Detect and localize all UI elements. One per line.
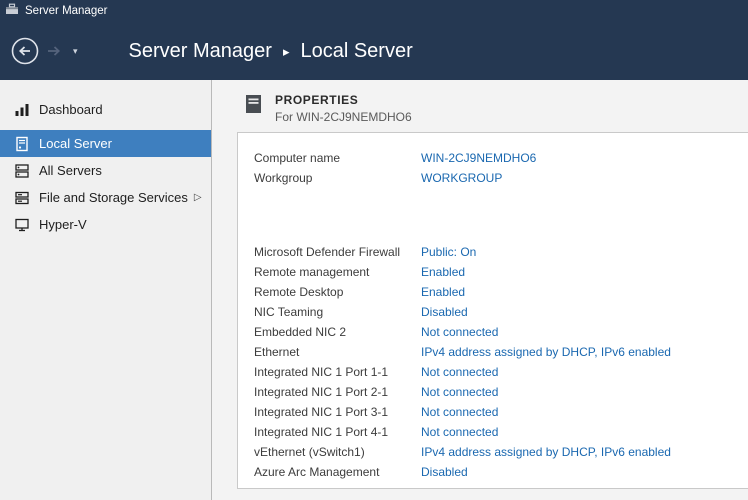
properties-header-text: PROPERTIES For WIN-2CJ9NEMDHO6 (275, 93, 412, 124)
property-value-link[interactable]: Not connected (421, 425, 498, 439)
file-storage-icon (14, 190, 30, 206)
sidebar-item-all-servers[interactable]: All Servers (0, 157, 211, 184)
sidebar-item-label: File and Storage Services (39, 190, 188, 205)
property-label: Remote Desktop (254, 285, 421, 299)
expand-arrow-icon[interactable]: ▷ (194, 192, 202, 203)
property-row: WorkgroupWORKGROUP (254, 168, 748, 188)
property-row: NIC TeamingDisabled (254, 302, 748, 322)
property-value-link[interactable]: Disabled (421, 305, 468, 319)
nav-controls: ▾ (0, 36, 81, 66)
property-value-link[interactable]: Not connected (421, 405, 498, 419)
properties-panel: Computer nameWIN-2CJ9NEMDHO6WorkgroupWOR… (237, 132, 748, 489)
property-label: Computer name (254, 151, 421, 165)
dashboard-icon (14, 102, 30, 118)
properties-rows-group1: Computer nameWIN-2CJ9NEMDHO6WorkgroupWOR… (254, 148, 748, 188)
properties-rows-group2: Microsoft Defender FirewallPublic: OnRem… (254, 242, 748, 482)
property-label: Integrated NIC 1 Port 4-1 (254, 425, 421, 439)
property-row: Integrated NIC 1 Port 2-1Not connected (254, 382, 748, 402)
breadcrumb-root[interactable]: Server Manager (129, 40, 272, 63)
body-area: Dashboard Local Server All Servers File and… (0, 80, 748, 500)
property-label: Workgroup (254, 171, 421, 185)
titlebar: Server Manager (0, 0, 748, 22)
properties-header: PROPERTIES For WIN-2CJ9NEMDHO6 (212, 80, 748, 124)
property-label: Ethernet (254, 345, 421, 359)
all-servers-icon (14, 163, 30, 179)
server-manager-window: Server Manager ▾ Server Manager ▸ Local … (0, 0, 748, 500)
properties-subtitle: For WIN-2CJ9NEMDHO6 (275, 110, 412, 124)
property-row: Computer nameWIN-2CJ9NEMDHO6 (254, 148, 748, 168)
property-row: Microsoft Defender FirewallPublic: On (254, 242, 748, 262)
sidebar-item-hyper-v[interactable]: Hyper-V (0, 211, 211, 238)
back-button[interactable] (10, 36, 40, 66)
breadcrumb: Server Manager ▸ Local Server (129, 40, 413, 63)
server-manager-app-icon (5, 2, 19, 21)
navigation-banner: ▾ Server Manager ▸ Local Server (0, 22, 748, 80)
property-row: EthernetIPv4 address assigned by DHCP, I… (254, 342, 748, 362)
property-label: NIC Teaming (254, 305, 421, 319)
main-content: PROPERTIES For WIN-2CJ9NEMDHO6 Computer … (212, 80, 748, 500)
property-row: Embedded NIC 2Not connected (254, 322, 748, 342)
property-label: Integrated NIC 1 Port 2-1 (254, 385, 421, 399)
sidebar: Dashboard Local Server All Servers File and… (0, 80, 212, 500)
chevron-down-icon[interactable]: ▾ (70, 46, 81, 57)
sidebar-item-file-and-storage-services[interactable]: File and Storage Services ▷ (0, 184, 211, 211)
property-value-link[interactable]: Public: On (421, 245, 476, 259)
window-title: Server Manager (25, 5, 107, 17)
properties-title: PROPERTIES (275, 93, 412, 107)
sidebar-item-label: All Servers (39, 163, 102, 178)
property-label: Integrated NIC 1 Port 3-1 (254, 405, 421, 419)
property-label: Integrated NIC 1 Port 1-1 (254, 365, 421, 379)
sidebar-item-label: Hyper-V (39, 217, 87, 232)
property-value-link[interactable]: Enabled (421, 265, 465, 279)
sidebar-item-local-server[interactable]: Local Server (0, 130, 211, 157)
property-label: Remote management (254, 265, 421, 279)
property-label: Azure Arc Management (254, 465, 421, 479)
property-row: Azure Arc ManagementDisabled (254, 462, 748, 482)
property-value-link[interactable]: Enabled (421, 285, 465, 299)
sidebar-item-dashboard[interactable]: Dashboard (0, 96, 211, 123)
property-value-link[interactable]: WIN-2CJ9NEMDHO6 (421, 151, 536, 165)
sidebar-item-label: Dashboard (39, 102, 103, 117)
property-label: Embedded NIC 2 (254, 325, 421, 339)
property-row: Remote managementEnabled (254, 262, 748, 282)
property-value-link[interactable]: Disabled (421, 465, 468, 479)
property-row: Integrated NIC 1 Port 3-1Not connected (254, 402, 748, 422)
property-value-link[interactable]: Not connected (421, 365, 498, 379)
local-server-icon (14, 136, 30, 152)
property-value-link[interactable]: WORKGROUP (421, 171, 502, 185)
property-label: Microsoft Defender Firewall (254, 245, 421, 259)
property-row: vEthernet (vSwitch1)IPv4 address assigne… (254, 442, 748, 462)
hyperv-icon (14, 217, 30, 233)
breadcrumb-separator: ▸ (283, 44, 290, 60)
property-value-link[interactable]: IPv4 address assigned by DHCP, IPv6 enab… (421, 345, 671, 359)
property-row: Remote DesktopEnabled (254, 282, 748, 302)
property-value-link[interactable]: Not connected (421, 325, 498, 339)
sidebar-item-label: Local Server (39, 136, 112, 151)
properties-tile-icon (245, 94, 262, 119)
property-value-link[interactable]: IPv4 address assigned by DHCP, IPv6 enab… (421, 445, 671, 459)
property-row: Integrated NIC 1 Port 1-1Not connected (254, 362, 748, 382)
property-row: Integrated NIC 1 Port 4-1Not connected (254, 422, 748, 442)
breadcrumb-current[interactable]: Local Server (300, 40, 412, 63)
property-value-link[interactable]: Not connected (421, 385, 498, 399)
forward-button[interactable] (43, 36, 67, 66)
property-label: vEthernet (vSwitch1) (254, 445, 421, 459)
